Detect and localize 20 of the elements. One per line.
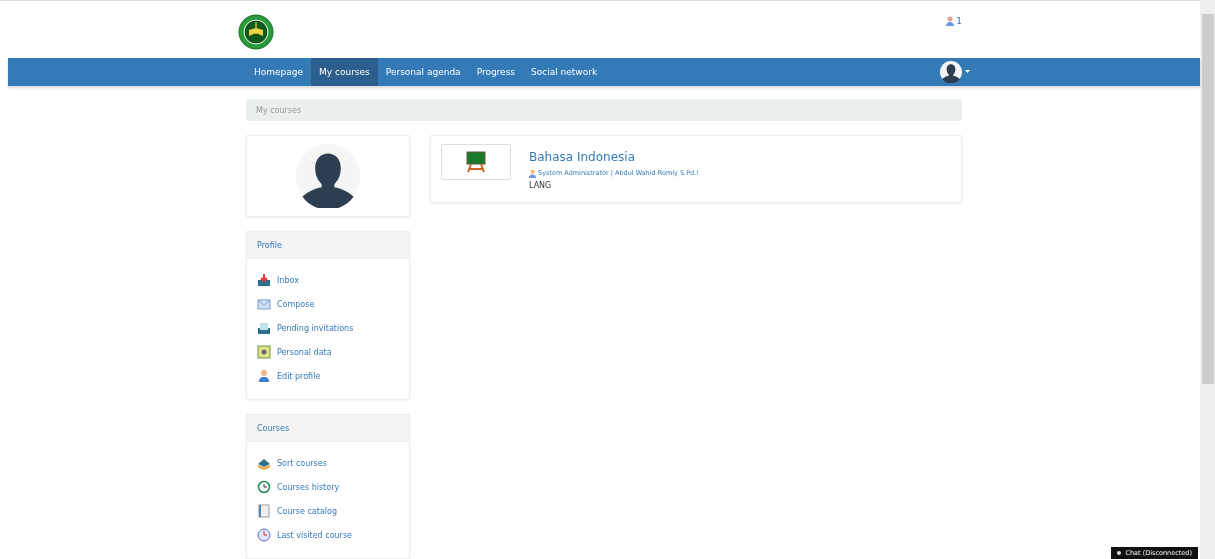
sidebar-link[interactable]: Course catalog xyxy=(257,502,399,520)
breadcrumb: My courses xyxy=(246,99,962,121)
nav-tab[interactable]: Progress xyxy=(468,57,524,86)
nav-tab[interactable]: Personal agenda xyxy=(377,57,469,86)
sidebar-link[interactable]: Last visited course xyxy=(257,526,399,544)
sidebar-link[interactable]: Inbox xyxy=(257,271,399,289)
nav-tab[interactable]: My courses xyxy=(311,57,378,86)
nav-tab[interactable]: Homepage xyxy=(246,57,312,86)
course-code: LANG xyxy=(529,181,553,190)
nav-tab[interactable]: Social network xyxy=(523,57,606,86)
sidebar-link[interactable]: Compose xyxy=(257,295,399,313)
sidebar-link[interactable]: Sort courses xyxy=(257,454,399,472)
course-title[interactable]: Bahasa Indonesia xyxy=(529,150,699,164)
sidebar-link[interactable]: Courses history xyxy=(257,478,399,496)
sidebar-link[interactable]: Personal data xyxy=(257,343,399,361)
panel-title: Profile xyxy=(247,232,409,259)
user-notification[interactable]: 1 xyxy=(946,14,962,28)
sidebar-link[interactable]: Edit profile xyxy=(257,367,399,385)
sidebar-link[interactable]: Pending invitations xyxy=(257,319,399,337)
panel-title: Courses xyxy=(247,415,409,442)
